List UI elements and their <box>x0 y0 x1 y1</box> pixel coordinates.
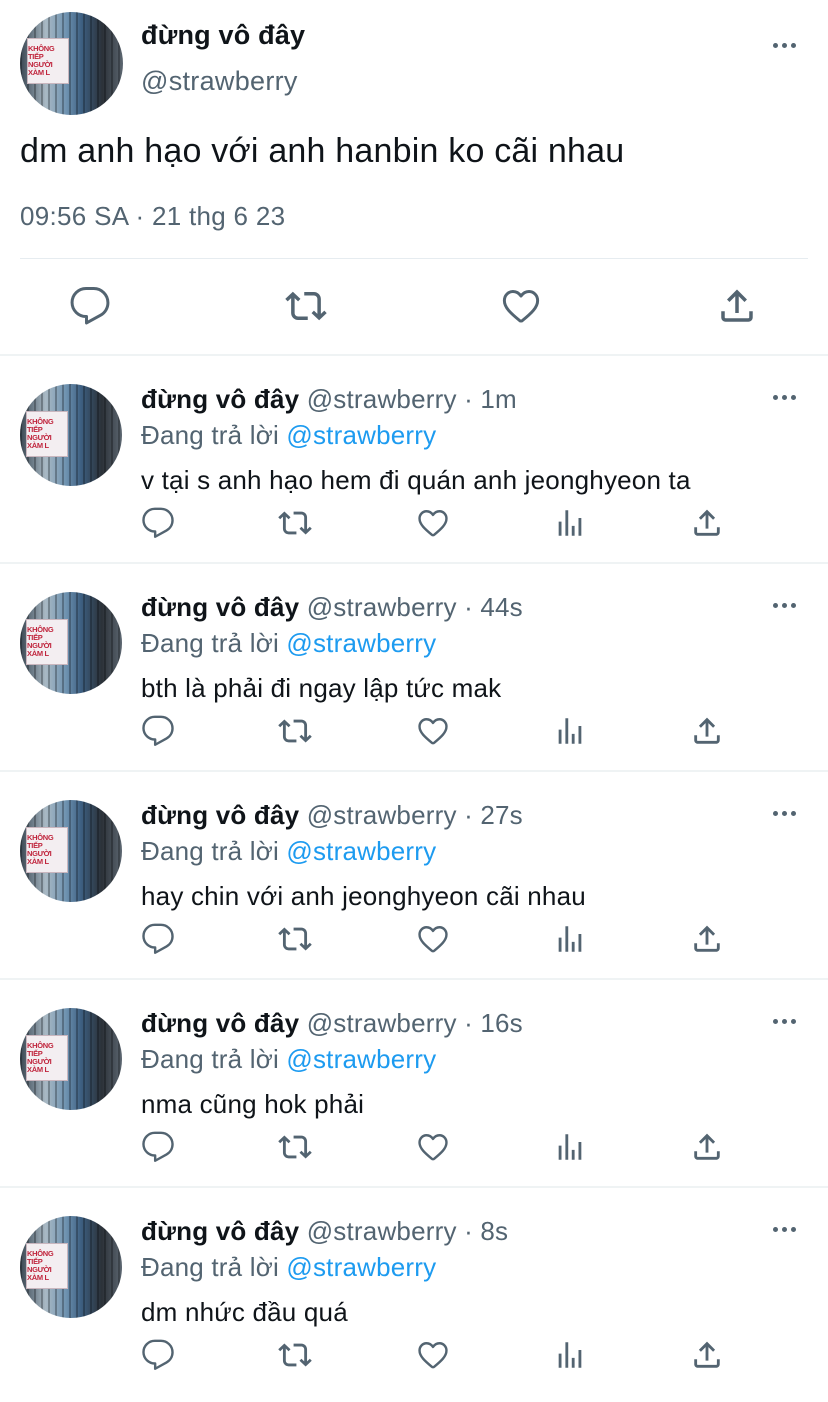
reply-header: đừng vô đây @strawberry · 8s <box>141 1216 508 1247</box>
replying-to: Đang trả lời @strawberry <box>141 628 436 659</box>
replying-to-label: Đang trả lời <box>141 628 279 658</box>
replying-to-label: Đang trả lời <box>141 836 279 866</box>
avatar-sign: KHÔNG TIẾP NGƯỜI XÀM L <box>27 38 69 84</box>
avatar-sign: KHÔNG TIẾP NGƯỜI XÀM L <box>26 1243 68 1289</box>
reply-icon[interactable] <box>141 506 175 540</box>
author-handle-time: @strawberry · 1m <box>306 384 517 414</box>
share-icon[interactable] <box>690 506 724 540</box>
retweet-icon[interactable] <box>278 714 312 748</box>
replying-to-label: Đang trả lời <box>141 1252 279 1282</box>
replying-to-link[interactable]: @strawberry <box>286 420 436 450</box>
author-name[interactable]: đừng vô đây <box>141 384 299 414</box>
avatar[interactable]: KHÔNG TIẾP NGƯỜI XÀM L <box>20 12 123 115</box>
share-icon[interactable] <box>690 922 724 956</box>
retweet-icon[interactable] <box>285 285 327 327</box>
reply-header: đừng vô đây @strawberry · 1m <box>141 384 517 415</box>
tweet-timestamp[interactable]: 09:56 SA · 21 thg 6 23 <box>20 201 285 232</box>
reply-header: đừng vô đây @strawberry · 27s <box>141 800 523 831</box>
replying-to-link[interactable]: @strawberry <box>286 1252 436 1282</box>
share-icon[interactable] <box>690 714 724 748</box>
author-handle[interactable]: @strawberry <box>141 66 298 97</box>
reply-text: nma cũng hok phải <box>141 1089 365 1119</box>
author-name[interactable]: đừng vô đây <box>141 20 305 51</box>
views-icon[interactable] <box>553 922 587 956</box>
like-icon[interactable] <box>416 1338 450 1372</box>
more-options-icon[interactable] <box>773 600 799 610</box>
views-icon[interactable] <box>553 1338 587 1372</box>
more-options-icon[interactable] <box>773 1016 799 1026</box>
reply-text: v tại s anh hạo hem đi quán anh jeonghye… <box>141 465 691 495</box>
views-icon[interactable] <box>553 506 587 540</box>
replying-to: Đang trả lời @strawberry <box>141 836 436 867</box>
reply-icon[interactable] <box>141 1130 175 1164</box>
views-icon[interactable] <box>553 1130 587 1164</box>
share-icon[interactable] <box>690 1130 724 1164</box>
avatar-sign: KHÔNG TIẾP NGƯỜI XÀM L <box>26 827 68 873</box>
replying-to: Đang trả lời @strawberry <box>141 1252 436 1283</box>
reply-icon[interactable] <box>69 285 111 327</box>
replying-to: Đang trả lời @strawberry <box>141 1044 436 1075</box>
retweet-icon[interactable] <box>278 1130 312 1164</box>
reply-icon[interactable] <box>141 922 175 956</box>
avatar[interactable]: KHÔNG TIẾP NGƯỜI XÀM L <box>20 1216 122 1318</box>
retweet-icon[interactable] <box>278 506 312 540</box>
avatar-sign: KHÔNG TIẾP NGƯỜI XÀM L <box>26 411 68 457</box>
avatar[interactable]: KHÔNG TIẾP NGƯỜI XÀM L <box>20 592 122 694</box>
tweet-text: dm anh hạo với anh hanbin ko cãi nhau <box>20 132 625 170</box>
more-options-icon[interactable] <box>773 1224 799 1234</box>
like-icon[interactable] <box>500 285 542 327</box>
reply-tweet[interactable]: KHÔNG TIẾP NGƯỜI XÀM L đừng vô đây @stra… <box>0 1188 828 1396</box>
reply-text: dm nhức đầu quá <box>141 1297 348 1327</box>
reply-tweet[interactable]: KHÔNG TIẾP NGƯỜI XÀM L đừng vô đây @stra… <box>0 564 828 772</box>
divider <box>20 258 808 259</box>
avatar-sign: KHÔNG TIẾP NGƯỜI XÀM L <box>26 1035 68 1081</box>
more-options-icon[interactable] <box>773 40 799 50</box>
replying-to-label: Đang trả lời <box>141 1044 279 1074</box>
views-icon[interactable] <box>553 714 587 748</box>
share-icon[interactable] <box>690 1338 724 1372</box>
reply-text: hay chin với anh jeonghyeon cãi nhau <box>141 881 586 911</box>
like-icon[interactable] <box>416 1130 450 1164</box>
reply-tweet[interactable]: KHÔNG TIẾP NGƯỜI XÀM L đừng vô đây @stra… <box>0 772 828 980</box>
author-handle-time: @strawberry · 27s <box>306 800 523 830</box>
reply-text: bth là phải đi ngay lập tức mak <box>141 673 502 703</box>
avatar[interactable]: KHÔNG TIẾP NGƯỜI XÀM L <box>20 1008 122 1110</box>
reply-header: đừng vô đây @strawberry · 44s <box>141 592 523 623</box>
replying-to: Đang trả lời @strawberry <box>141 420 436 451</box>
share-icon[interactable] <box>716 285 758 327</box>
avatar[interactable]: KHÔNG TIẾP NGƯỜI XÀM L <box>20 384 122 486</box>
reply-icon[interactable] <box>141 714 175 748</box>
author-handle-time: @strawberry · 44s <box>306 592 523 622</box>
like-icon[interactable] <box>416 922 450 956</box>
reply-icon[interactable] <box>141 1338 175 1372</box>
reply-tweet[interactable]: KHÔNG TIẾP NGƯỜI XÀM L đừng vô đây @stra… <box>0 356 828 564</box>
retweet-icon[interactable] <box>278 922 312 956</box>
main-tweet: KHÔNG TIẾP NGƯỜI XÀM L đừng vô đây @stra… <box>0 0 828 356</box>
author-handle-time: @strawberry · 16s <box>306 1008 523 1038</box>
avatar[interactable]: KHÔNG TIẾP NGƯỜI XÀM L <box>20 800 122 902</box>
replying-to-label: Đang trả lời <box>141 420 279 450</box>
author-name[interactable]: đừng vô đây <box>141 800 299 830</box>
author-name[interactable]: đừng vô đây <box>141 1216 299 1246</box>
more-options-icon[interactable] <box>773 392 799 402</box>
like-icon[interactable] <box>416 714 450 748</box>
like-icon[interactable] <box>416 506 450 540</box>
avatar-sign: KHÔNG TIẾP NGƯỜI XÀM L <box>26 619 68 665</box>
author-handle-time: @strawberry · 8s <box>306 1216 509 1246</box>
retweet-icon[interactable] <box>278 1338 312 1372</box>
more-options-icon[interactable] <box>773 808 799 818</box>
reply-header: đừng vô đây @strawberry · 16s <box>141 1008 523 1039</box>
author-name[interactable]: đừng vô đây <box>141 592 299 622</box>
replying-to-link[interactable]: @strawberry <box>286 1044 436 1074</box>
replying-to-link[interactable]: @strawberry <box>286 628 436 658</box>
replying-to-link[interactable]: @strawberry <box>286 836 436 866</box>
author-name[interactable]: đừng vô đây <box>141 1008 299 1038</box>
reply-tweet[interactable]: KHÔNG TIẾP NGƯỜI XÀM L đừng vô đây @stra… <box>0 980 828 1188</box>
